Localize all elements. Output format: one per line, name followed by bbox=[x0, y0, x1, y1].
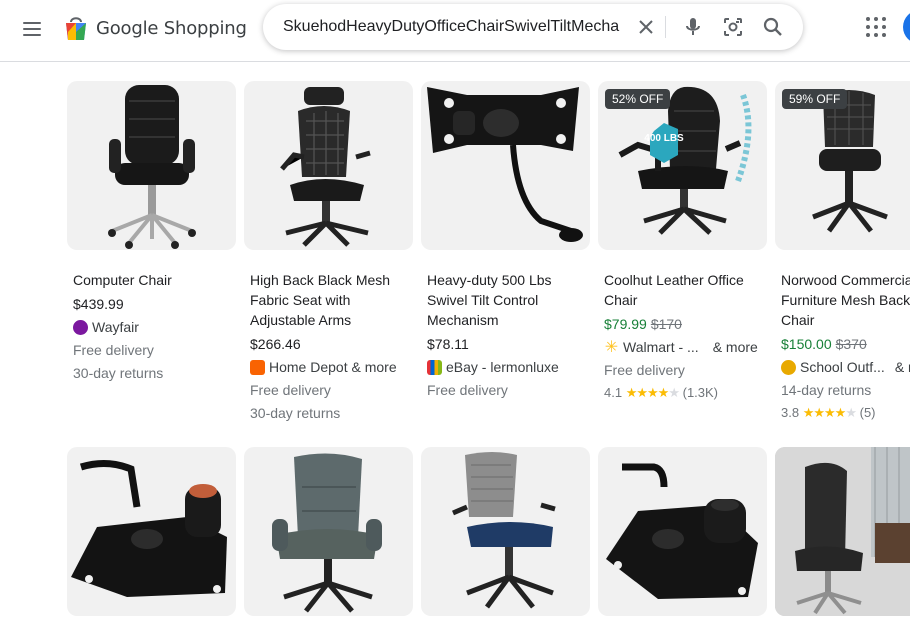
review-count: (5) bbox=[859, 405, 876, 420]
discount-badge: 52% OFF bbox=[605, 89, 671, 109]
blue-seat-mesh-chair-image bbox=[452, 452, 556, 609]
mesh-chair-image bbox=[280, 87, 371, 247]
home-depot-icon bbox=[250, 359, 265, 375]
seller-more: & more bbox=[712, 339, 758, 355]
star-rating-icon: ★★★★★ bbox=[625, 385, 680, 400]
search-input[interactable] bbox=[283, 14, 623, 40]
product-price: $266.46 bbox=[250, 336, 301, 352]
seller-name: Wayfair bbox=[92, 319, 139, 335]
delivery-info: Free delivery bbox=[250, 382, 331, 398]
microphone-icon[interactable] bbox=[681, 15, 705, 39]
rating-row[interactable]: 4.1 ★★★★★ (1.3K) bbox=[604, 383, 767, 403]
logo-text: Google Shopping bbox=[96, 17, 247, 39]
product-image[interactable] bbox=[67, 447, 236, 616]
product-title[interactable]: Heavy-duty 500 Lbs Swivel Tilt Control M… bbox=[427, 270, 590, 330]
product-title[interactable]: Coolhut Leather Office Chair bbox=[604, 270, 767, 310]
seller[interactable]: Home Depot & more bbox=[250, 357, 413, 377]
capacity-label-text: 400 LBS bbox=[644, 133, 684, 144]
wayfair-icon bbox=[73, 319, 88, 335]
product-title[interactable]: High Back Black Mesh Fabric Seat with Ad… bbox=[250, 270, 413, 330]
search-icon[interactable] bbox=[761, 15, 785, 39]
ebay-icon bbox=[427, 359, 442, 375]
product-image[interactable] bbox=[244, 81, 413, 250]
rating-value: 4.1 bbox=[604, 385, 623, 400]
rating-row[interactable]: 3.8 ★★★★★ (5) bbox=[781, 403, 910, 423]
seller-name: Home Depot & more bbox=[269, 359, 397, 375]
tilt-mechanism-image bbox=[427, 87, 583, 242]
product-price: $78.11 bbox=[427, 336, 469, 352]
seller[interactable]: Wayfair bbox=[73, 317, 236, 337]
delivery-info: Free delivery bbox=[427, 382, 508, 398]
star-rating-icon: ★★★★★ bbox=[802, 405, 857, 420]
product-price: $439.99 bbox=[73, 296, 124, 312]
tilt-mechanism-image bbox=[606, 463, 758, 599]
product-image[interactable] bbox=[775, 447, 910, 616]
seller-name: School Outf... bbox=[800, 359, 885, 375]
discount-badge: 59% OFF bbox=[782, 89, 848, 109]
office-chair-image bbox=[108, 85, 196, 249]
product-image[interactable] bbox=[421, 447, 590, 616]
product-image[interactable]: 400 LBS 52% OFF bbox=[598, 81, 767, 250]
delivery-info: Free delivery bbox=[604, 362, 685, 378]
school-outfitters-icon bbox=[781, 359, 796, 375]
product-image[interactable] bbox=[244, 447, 413, 616]
review-count: (1.3K) bbox=[682, 385, 719, 400]
returns-info: 14-day returns bbox=[781, 382, 872, 398]
shopping-bag-icon bbox=[66, 17, 86, 40]
returns-info: 30-day returns bbox=[73, 365, 164, 381]
seller-name: eBay - lermonluxe bbox=[446, 359, 559, 375]
sale-price: $150.00 bbox=[781, 336, 832, 352]
seller-more: & m bbox=[894, 359, 910, 375]
tilt-mechanism-image bbox=[71, 460, 227, 597]
walmart-spark-icon: ✳ bbox=[604, 338, 619, 356]
account-avatar[interactable] bbox=[903, 10, 910, 44]
product-price: $150.00 $370 bbox=[781, 334, 910, 354]
product-image[interactable] bbox=[421, 81, 590, 250]
original-price: $170 bbox=[650, 316, 682, 332]
seller-name: Walmart - ... bbox=[623, 339, 699, 355]
product-image[interactable] bbox=[598, 447, 767, 616]
original-price: $370 bbox=[835, 336, 867, 352]
top-bar: Google Shopping bbox=[0, 0, 910, 62]
clear-icon[interactable] bbox=[634, 15, 658, 39]
seller[interactable]: School Outf... & m bbox=[781, 357, 910, 377]
menu-icon[interactable] bbox=[20, 17, 44, 41]
product-image[interactable]: 59% OFF bbox=[775, 81, 910, 250]
rating-value: 3.8 bbox=[781, 405, 800, 420]
product-title[interactable]: Computer Chair bbox=[73, 270, 236, 290]
seller[interactable]: eBay - lermonluxe bbox=[427, 357, 590, 377]
search-box bbox=[263, 4, 803, 50]
product-title[interactable]: Norwood Commercial Furniture Mesh Back T… bbox=[781, 270, 910, 330]
lens-icon[interactable] bbox=[721, 15, 745, 39]
search-divider bbox=[665, 16, 666, 38]
executive-chair-room-image bbox=[775, 447, 910, 616]
product-image[interactable] bbox=[67, 81, 236, 250]
delivery-info: Free delivery bbox=[73, 342, 154, 358]
seller[interactable]: ✳ Walmart - ... & more bbox=[604, 337, 767, 357]
apps-grid-icon[interactable] bbox=[864, 15, 888, 39]
product-price: $79.99 $170 bbox=[604, 314, 767, 334]
google-shopping-logo[interactable]: Google Shopping bbox=[64, 12, 247, 44]
returns-info: 30-day returns bbox=[250, 405, 341, 421]
gray-fabric-chair-image bbox=[272, 453, 382, 613]
sale-price: $79.99 bbox=[604, 316, 647, 332]
